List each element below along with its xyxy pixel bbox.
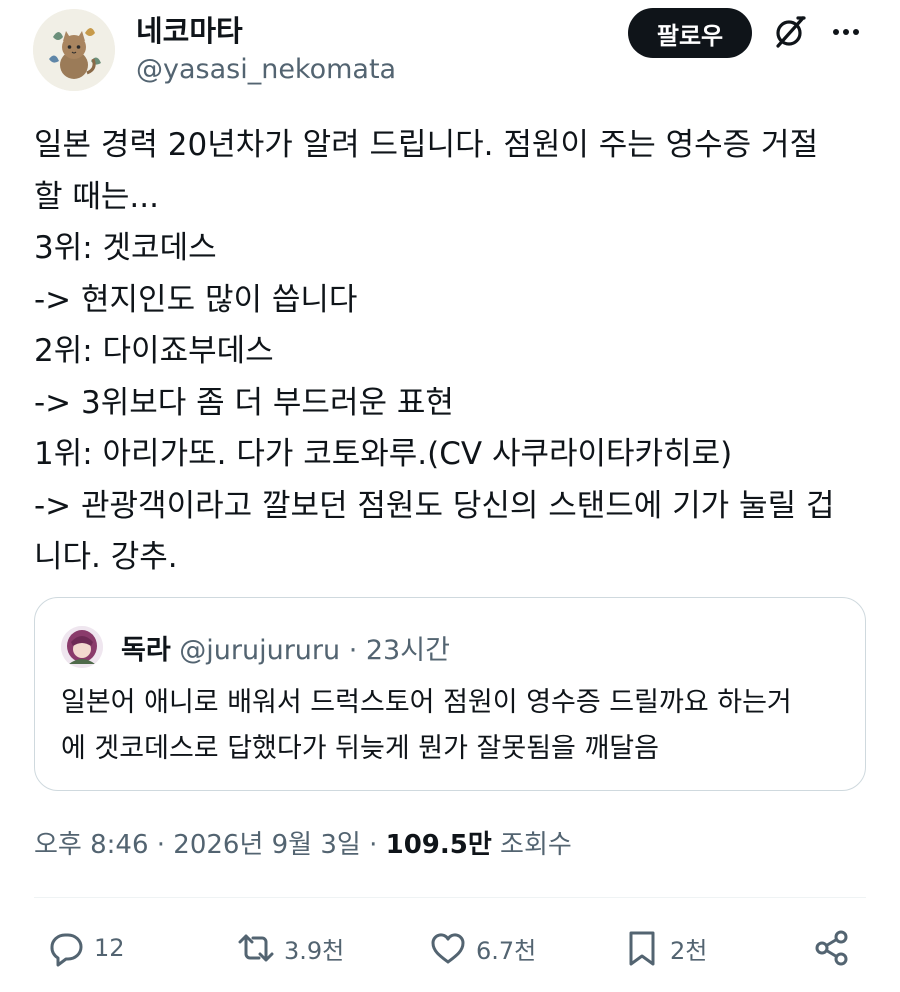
quoted-tweet-text: 일본어 애니로 배워서 드럭스토어 점원이 영수증 드릴까요 하는거 에 겟코데…: [61, 680, 851, 772]
bookmark-button[interactable]: 2천: [622, 910, 707, 986]
tweet-text-line: -> 현지인도 많이 씁니다: [34, 281, 358, 318]
author-handle[interactable]: @yasasi_nekomata: [136, 54, 396, 85]
reply-count: 12: [94, 934, 125, 962]
quoted-author-meta: @jurujururu · 23시간: [170, 635, 450, 666]
tweet-text-line: 3위: 겟코데스: [34, 230, 217, 266]
bookmark-icon: [629, 931, 655, 966]
tweet-timestamp[interactable]: 오후 8:46 · 2026년 9월 3일 ·: [34, 830, 386, 860]
quoted-author-avatar[interactable]: [61, 626, 103, 668]
share-button[interactable]: [812, 910, 852, 986]
tweet-text-line: 할 때는...: [34, 178, 159, 215]
tweet-text-line: 2위: 다이죠부데스: [34, 333, 274, 369]
tweet-text: 일본 경력 20년차가 알려 드립니다. 점원이 주는 영수증 거절 할 때는.…: [34, 120, 874, 584]
tweet-text-line: 1위: 아리가또. 다가 코토와루.(CV 사쿠라이타카히로): [34, 436, 733, 472]
share-icon: [815, 930, 848, 966]
author-display-name[interactable]: 네코마타: [136, 8, 243, 50]
tweet-meta: 오후 8:46 · 2026년 9월 3일 · 109.5만 조회수: [34, 824, 572, 861]
divider: [34, 897, 866, 898]
reply-button[interactable]: 12: [46, 910, 125, 986]
views-count: 109.5만: [385, 830, 492, 860]
tweet-text-line: 니다. 강추.: [34, 539, 178, 575]
quoted-tweet-header: 독라 @jurujururu · 23시간: [121, 628, 450, 667]
reply-icon: [50, 933, 83, 967]
retweet-count: 3.9천: [284, 936, 345, 965]
quoted-text-line: 에 겟코데스로 답했다가 뒤늦게 뭔가 잘못됨을 깨달음: [61, 733, 659, 764]
more-icon[interactable]: [826, 12, 866, 52]
tweet-header: 네코마타 @yasasi_nekomata 팔로우: [0, 0, 900, 100]
grok-icon[interactable]: [770, 12, 810, 52]
views-label: 조회수: [491, 830, 572, 860]
heart-icon: [431, 933, 465, 964]
retweet-button[interactable]: 3.9천: [236, 910, 344, 986]
tweet-text-line: -> 3위보다 좀 더 부드러운 표현: [34, 384, 454, 421]
author-avatar[interactable]: [33, 9, 115, 91]
tweet-text-line: 일본 경력 20년차가 알려 드립니다. 점원이 주는 영수증 거절: [34, 127, 819, 163]
like-count: 6.7천: [476, 936, 537, 965]
tweet-text-line: -> 관광객이라고 깔보던 점원도 당신의 스탠드에 기가 눌릴 겁: [34, 487, 835, 524]
bookmark-count: 2천: [670, 936, 708, 965]
like-button[interactable]: 6.7천: [428, 910, 536, 986]
retweet-icon: [238, 934, 274, 962]
action-bar: 12 3.9천 6.7천 2천: [0, 910, 900, 986]
quoted-text-line: 일본어 애니로 배워서 드럭스토어 점원이 영수증 드릴까요 하는거: [61, 687, 792, 718]
quoted-author-name[interactable]: 독라: [121, 635, 171, 666]
follow-button[interactable]: 팔로우: [628, 8, 752, 58]
quoted-tweet-card[interactable]: 독라 @jurujururu · 23시간 일본어 애니로 배워서 드럭스토어 …: [34, 597, 866, 791]
